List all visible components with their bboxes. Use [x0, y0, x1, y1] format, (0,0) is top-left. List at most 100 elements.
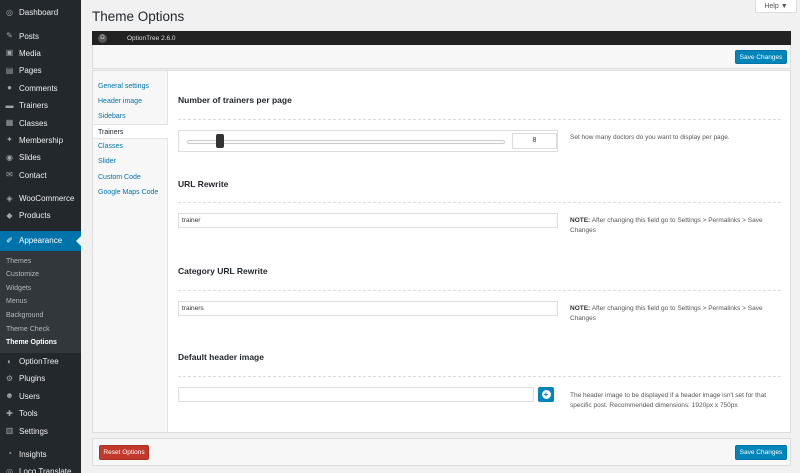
sidebar-item-pages[interactable]: ▤ Pages: [0, 62, 81, 79]
sidebar-item-insights[interactable]: ◔ Insights: [0, 446, 81, 463]
tab-classes[interactable]: Classes: [93, 139, 167, 154]
default-header-image-title: Default header image: [178, 352, 264, 362]
tab-general-settings[interactable]: General settings: [93, 79, 167, 94]
slider-handle[interactable]: [215, 134, 224, 148]
sidebar-item-label: WooCommerce: [19, 194, 75, 204]
top-action-bar: Save Changes: [92, 45, 791, 69]
divider: [178, 290, 781, 291]
trainers-per-page-description: Set how many doctors do you want to disp…: [570, 134, 730, 141]
optiontree-version: OptionTree 2.6.0: [127, 34, 176, 42]
dashboard-icon: ◎: [6, 7, 13, 17]
default-header-image-input[interactable]: [178, 387, 534, 402]
trainers-icon: ▬: [5, 100, 14, 110]
sidebar-item-slides[interactable]: ◉ Slides: [0, 149, 81, 166]
help-tab-button[interactable]: Help ▼: [755, 0, 797, 13]
media-icon: ▣: [5, 48, 14, 58]
trainers-per-page-slider-box: 8: [178, 130, 558, 152]
sidebar-item-label: Dashboard: [19, 8, 59, 18]
tab-trainers[interactable]: Trainers: [93, 124, 168, 140]
appearance-icon: ✐: [6, 235, 13, 245]
pages-icon: ▤: [5, 65, 14, 75]
settings-icon: ▥: [5, 426, 14, 436]
sidebar-item-label: Plugins: [19, 374, 46, 384]
sidebar-item-dashboard[interactable]: ◎ Dashboard: [0, 4, 81, 21]
sidebar-item-membership[interactable]: ✦ Membership: [0, 132, 81, 149]
sidebar-item-label: Media: [19, 48, 41, 58]
bottom-action-bar: Reset Options Save Changes: [92, 438, 791, 466]
category-url-rewrite-note: NOTE: After changing this field go to Se…: [570, 304, 785, 323]
sidebar-item-posts[interactable]: ✎ Posts: [0, 27, 81, 44]
sidebar-item-settings[interactable]: ▥ Settings: [0, 422, 81, 439]
sidebar-item-label: Appearance: [19, 236, 63, 246]
note-label: NOTE:: [570, 305, 591, 312]
contact-icon: ✉: [6, 170, 13, 180]
submenu-item-menus[interactable]: Menus: [0, 295, 81, 309]
sidebar-item-appearance[interactable]: ✐ Appearance: [0, 230, 81, 251]
sidebar-item-label: Trainers: [19, 101, 49, 111]
optiontree-header-bar: Ω OptionTree 2.6.0: [92, 31, 791, 45]
sidebar-item-loco-translate[interactable]: ◎ Loco Translate: [0, 463, 81, 473]
tab-slider[interactable]: Slider: [93, 154, 167, 169]
note-text: After changing this field go to Settings…: [570, 217, 763, 234]
divider: [178, 376, 781, 377]
tab-custom-code[interactable]: Custom Code: [93, 170, 167, 185]
plugins-icon: ⚙: [5, 373, 14, 383]
sidebar-item-label: Settings: [19, 426, 48, 436]
slider-track[interactable]: [187, 140, 505, 144]
submenu-item-widgets[interactable]: Widgets: [0, 282, 81, 296]
trainers-per-page-title: Number of trainers per page: [178, 95, 292, 105]
save-changes-button-bottom[interactable]: Save Changes: [735, 445, 787, 460]
divider: [178, 119, 781, 120]
sidebar-item-label: Loco Translate: [19, 467, 72, 473]
sidebar-item-products[interactable]: ◆ Products: [0, 207, 81, 224]
insights-icon: ◔: [7, 449, 12, 459]
category-url-rewrite-input[interactable]: trainers: [178, 301, 558, 316]
category-url-rewrite-title: Category URL Rewrite: [178, 266, 268, 276]
submenu-item-themes[interactable]: Themes: [0, 255, 81, 269]
products-icon: ◆: [6, 210, 13, 220]
sidebar-item-contact[interactable]: ✉ Contact: [0, 167, 81, 184]
classes-icon: ▦: [5, 118, 14, 128]
sidebar-item-woocommerce[interactable]: ◈ WooCommerce: [0, 190, 81, 207]
submenu-item-theme-options[interactable]: Theme Options: [0, 336, 81, 350]
options-panel: General settings Header image Sidebars Trai…: [92, 70, 791, 433]
url-rewrite-input[interactable]: trainer: [178, 213, 558, 228]
options-tabs: General settings Header image Sidebars Trai…: [93, 71, 168, 432]
tab-sidebars[interactable]: Sidebars: [93, 109, 167, 124]
submenu-item-background[interactable]: Background: [0, 309, 81, 323]
woocommerce-icon: ◈: [6, 193, 13, 203]
sidebar-item-media[interactable]: ▣ Media: [0, 45, 81, 62]
pin-icon: ✎: [6, 31, 13, 41]
optiontree-logo-icon: Ω: [98, 33, 107, 43]
sidebar-item-trainers[interactable]: ▬ Trainers: [0, 97, 81, 114]
sidebar-item-label: Comments: [19, 83, 58, 93]
tab-google-maps-code[interactable]: Google Maps Code: [93, 185, 167, 200]
sidebar-item-label: Membership: [19, 135, 64, 145]
sidebar-item-label: Tools: [19, 409, 38, 419]
sidebar-item-plugins[interactable]: ⚙ Plugins: [0, 370, 81, 387]
sidebar-item-label: Pages: [19, 66, 42, 76]
save-changes-button-top[interactable]: Save Changes: [735, 50, 787, 64]
tab-header-image[interactable]: Header image: [93, 94, 167, 109]
page-title: Theme Options: [92, 9, 185, 24]
sidebar-item-comments[interactable]: ● Comments: [0, 80, 81, 97]
reset-options-button[interactable]: Reset Options: [99, 445, 149, 460]
divider: [178, 202, 781, 203]
sidebar-item-classes[interactable]: ▦ Classes: [0, 114, 81, 131]
submenu-item-customize[interactable]: Customize: [0, 268, 81, 282]
upload-image-button[interactable]: +: [538, 387, 554, 402]
loco-translate-icon: ◎: [6, 466, 13, 473]
sidebar-item-users[interactable]: ☻ Users: [0, 388, 81, 405]
submenu-item-theme-check[interactable]: Theme Check: [0, 323, 81, 337]
sidebar-item-tools[interactable]: ✚ Tools: [0, 405, 81, 422]
slides-icon: ◉: [6, 152, 13, 162]
optiontree-icon: ◐: [7, 356, 12, 366]
sidebar-item-label: Products: [19, 211, 51, 221]
note-text: After changing this field go to Settings…: [570, 305, 763, 322]
url-rewrite-title: URL Rewrite: [178, 179, 229, 189]
tools-icon: ✚: [6, 408, 13, 418]
trainers-per-page-value[interactable]: 8: [512, 133, 557, 149]
sidebar-item-optiontree[interactable]: ◐ OptionTree: [0, 353, 81, 370]
comments-icon: ●: [7, 83, 12, 93]
admin-sidebar: ◎ Dashboard ✎ Posts ▣ Media ▤ Pages ● Comments ▬ Tr…: [0, 0, 81, 473]
